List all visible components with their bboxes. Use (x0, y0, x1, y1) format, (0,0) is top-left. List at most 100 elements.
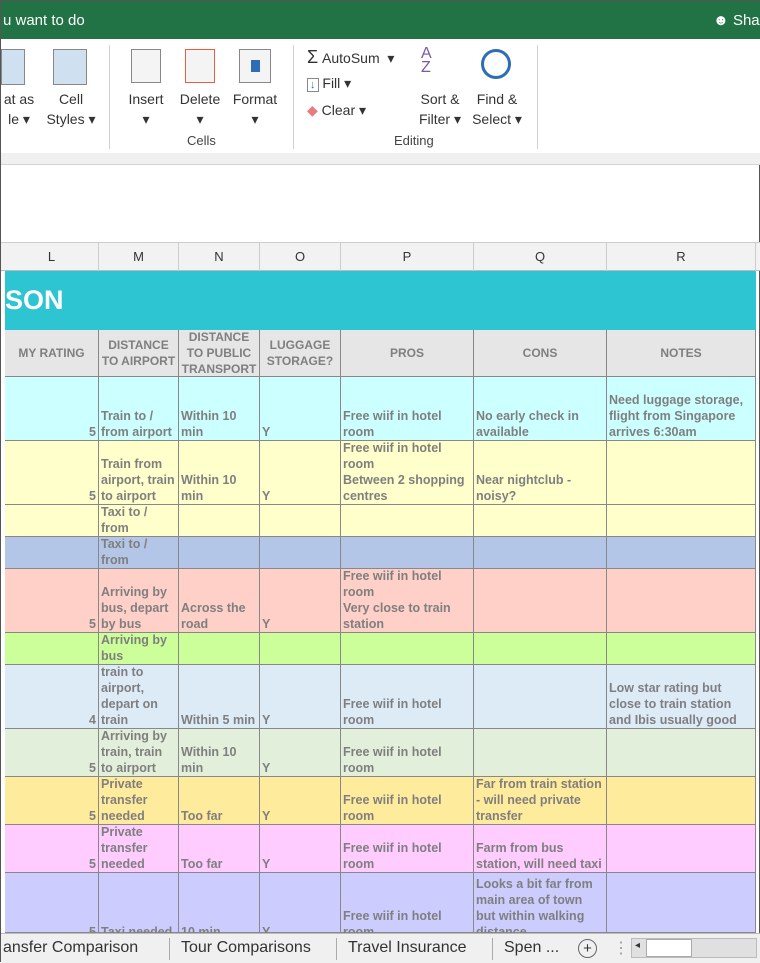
format-button[interactable]: Format ▾ (227, 89, 283, 129)
cell[interactable]: Within 10 min (179, 441, 260, 504)
cell[interactable]: train to airport, depart on train (99, 665, 179, 728)
cell[interactable] (179, 537, 260, 568)
cell[interactable] (474, 729, 607, 776)
cell[interactable]: 4 (5, 665, 99, 728)
cell[interactable] (607, 569, 756, 632)
cell[interactable]: 5 (5, 825, 99, 872)
cell[interactable]: 10 min (179, 873, 260, 940)
add-sheet-icon[interactable]: + (578, 939, 597, 958)
cell[interactable]: No early check in available (474, 377, 607, 440)
cell[interactable] (607, 441, 756, 504)
cell[interactable] (341, 505, 474, 536)
cell[interactable]: 5 (5, 441, 99, 504)
cell[interactable] (5, 505, 99, 536)
header-cell[interactable]: PROS (341, 330, 474, 377)
cell[interactable]: Free wiif in hotel room Between 2 shoppi… (341, 441, 474, 504)
horizontal-scrollbar[interactable]: ◂ (631, 938, 757, 958)
header-cell[interactable]: DISTANCE TO PUBLIC TRANSPORT (179, 330, 260, 377)
sheet-tab[interactable]: Tour Comparisons (181, 936, 311, 960)
cell[interactable]: Within 10 min (179, 729, 260, 776)
cell[interactable]: Taxi needed (99, 873, 179, 940)
clear-button[interactable]: ◆ Clear ▾ (307, 100, 366, 120)
cell[interactable] (607, 633, 756, 664)
cell[interactable]: Far from train station - will need priva… (474, 777, 607, 824)
cell[interactable] (341, 633, 474, 664)
cell[interactable]: Y (260, 569, 341, 632)
cell[interactable]: Y (260, 377, 341, 440)
column-header-P[interactable]: P (341, 243, 474, 271)
cell[interactable]: 5 (5, 873, 99, 940)
cell[interactable]: Free wiif in hotel room Very close to tr… (341, 569, 474, 632)
column-header-Q[interactable]: Q (474, 243, 607, 271)
cell[interactable]: Train to / from airport (99, 377, 179, 440)
cell[interactable] (5, 633, 99, 664)
cell[interactable]: Too far (179, 777, 260, 824)
cell[interactable] (474, 569, 607, 632)
cell[interactable]: Y (260, 441, 341, 504)
find-select-button[interactable]: Find & Select ▾ (469, 89, 525, 129)
cell[interactable]: Private transfer needed (99, 825, 179, 872)
column-header-L[interactable]: L (5, 243, 99, 271)
cell[interactable]: 5 (5, 569, 99, 632)
cell[interactable]: Need luggage storage, flight from Singap… (607, 377, 756, 440)
cell[interactable] (474, 665, 607, 728)
cell[interactable]: 5 (5, 777, 99, 824)
cell[interactable] (607, 777, 756, 824)
cell[interactable] (607, 537, 756, 568)
share-button[interactable]: ☻ Sha (713, 12, 760, 29)
cell[interactable]: Y (260, 729, 341, 776)
cell[interactable]: Free wiif in hotel room (341, 377, 474, 440)
cell[interactable]: Arriving by bus (99, 633, 179, 664)
cell[interactable] (179, 505, 260, 536)
cell[interactable] (341, 537, 474, 568)
cell[interactable] (607, 825, 756, 872)
autosum-button[interactable]: Σ AutoSum ▾ (307, 47, 394, 68)
fill-button[interactable]: ↓ Fill ▾ (307, 73, 351, 95)
cell[interactable]: Too far (179, 825, 260, 872)
cell[interactable]: Low star rating but close to train stati… (607, 665, 756, 728)
cell[interactable]: 5 (5, 377, 99, 440)
cell[interactable] (474, 505, 607, 536)
insert-button[interactable]: Insert ▾ (123, 89, 169, 129)
cell[interactable]: Free wiif in hotel room (341, 873, 474, 940)
cell[interactable]: Train from airport, train to airport (99, 441, 179, 504)
cell[interactable]: Free wiif in hotel room (341, 665, 474, 728)
sort-filter-button[interactable]: Sort & Filter ▾ (413, 89, 467, 129)
column-header-M[interactable]: M (99, 243, 179, 271)
cell[interactable] (474, 633, 607, 664)
cell[interactable]: Free wiif in hotel room (341, 825, 474, 872)
cell[interactable] (179, 633, 260, 664)
cell[interactable]: Farm from bus station, will need taxi (474, 825, 607, 872)
cell[interactable] (260, 505, 341, 536)
more-tabs-icon[interactable]: ⋮ (613, 938, 629, 958)
cell[interactable]: Within 5 min (179, 665, 260, 728)
column-header-O[interactable]: O (260, 243, 341, 271)
cell[interactable]: Near nightclub - noisy? (474, 441, 607, 504)
cell[interactable]: 5 (5, 729, 99, 776)
cell[interactable]: Y (260, 777, 341, 824)
cell[interactable] (260, 537, 341, 568)
cell[interactable]: Free wiif in hotel room (341, 729, 474, 776)
cell[interactable] (474, 537, 607, 568)
cell[interactable]: Across the road (179, 569, 260, 632)
cell[interactable] (607, 729, 756, 776)
cell[interactable]: Arriving by train, train to airport (99, 729, 179, 776)
cell[interactable]: Y (260, 873, 341, 940)
cell[interactable]: Y (260, 665, 341, 728)
sheet-tab[interactable]: Spen ... (504, 936, 559, 960)
header-cell[interactable]: MY RATING (5, 330, 99, 377)
cell[interactable]: Taxi to / from (99, 537, 179, 568)
sheet-tab[interactable]: ansfer Comparison (3, 936, 138, 960)
scroll-left-icon[interactable]: ◂ (635, 940, 640, 951)
header-cell[interactable]: NOTES (607, 330, 756, 377)
delete-button[interactable]: Delete ▾ (175, 89, 225, 129)
cell[interactable]: Y (260, 825, 341, 872)
cell[interactable] (5, 537, 99, 568)
tell-me-search[interactable]: u want to do (3, 12, 85, 29)
cell[interactable]: Looks a bit far from main area of town b… (474, 873, 607, 940)
format-as-table-button[interactable]: at as le ▾ (0, 89, 41, 129)
cell[interactable]: Taxi to / from (99, 505, 179, 536)
cell[interactable]: Arriving by bus, depart by bus (99, 569, 179, 632)
cell[interactable]: Within 10 min (179, 377, 260, 440)
cell[interactable] (607, 505, 756, 536)
